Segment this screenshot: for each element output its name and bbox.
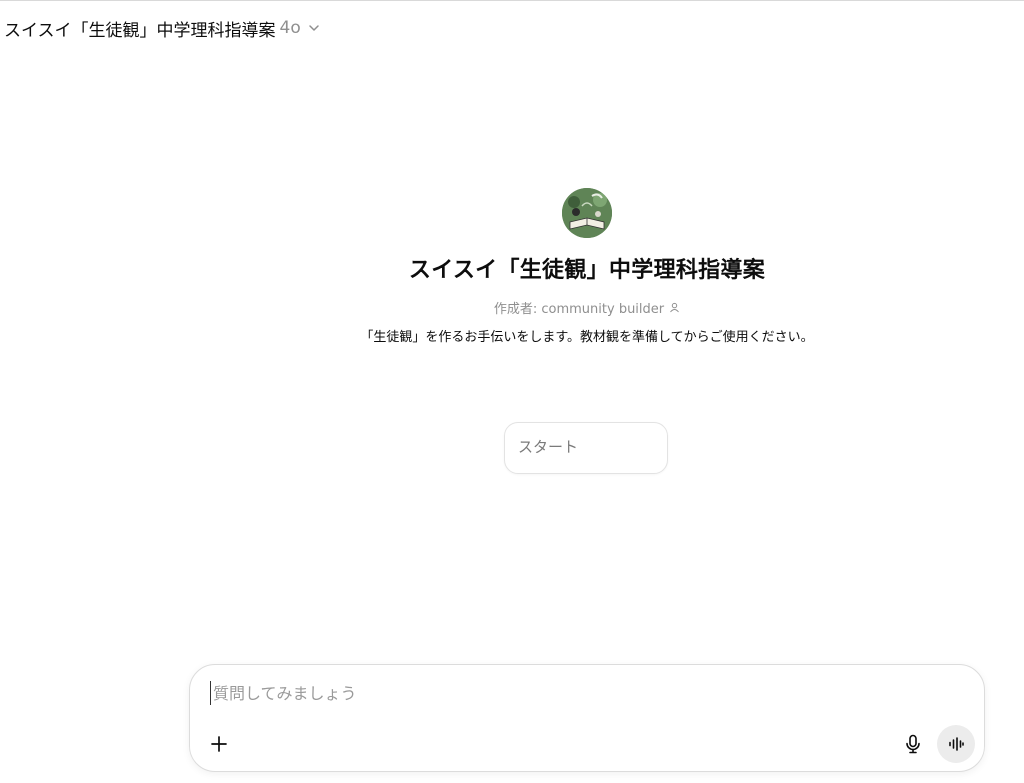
conversation-starter-card[interactable]: スタート	[504, 422, 668, 474]
gpt-avatar-image	[562, 188, 612, 238]
gpt-avatar	[562, 188, 612, 238]
voice-mode-button[interactable]	[937, 725, 975, 763]
gpt-profile: スイスイ「生徒観」中学理科指導案 作成者: community builder …	[337, 188, 837, 348]
plus-icon	[211, 736, 227, 752]
microphone-icon	[906, 734, 920, 754]
model-label: 4o	[279, 18, 301, 38]
top-divider	[0, 0, 1024, 1]
dictate-button[interactable]	[900, 731, 926, 757]
author-line: 作成者: community builder	[494, 298, 680, 317]
message-composer	[189, 664, 985, 772]
message-input[interactable]	[210, 681, 893, 705]
person-icon	[670, 302, 680, 313]
attach-button[interactable]	[206, 731, 232, 757]
starter-label: スタート	[518, 438, 579, 456]
header-title: スイスイ「生徒観」中学理科指導案	[4, 20, 276, 41]
gpt-name: スイスイ「生徒観」中学理科指導案	[408, 258, 766, 283]
gpt-description: 「生徒観」を作るお手伝いをします。教材観を準備してからご使用ください。	[360, 330, 814, 345]
author-label: 作成者: community builder	[493, 302, 665, 317]
voice-waveform-icon	[949, 737, 964, 751]
chevron-down-icon	[308, 25, 319, 31]
gpt-model-selector[interactable]: スイスイ「生徒観」中学理科指導案 4o	[4, 14, 321, 42]
